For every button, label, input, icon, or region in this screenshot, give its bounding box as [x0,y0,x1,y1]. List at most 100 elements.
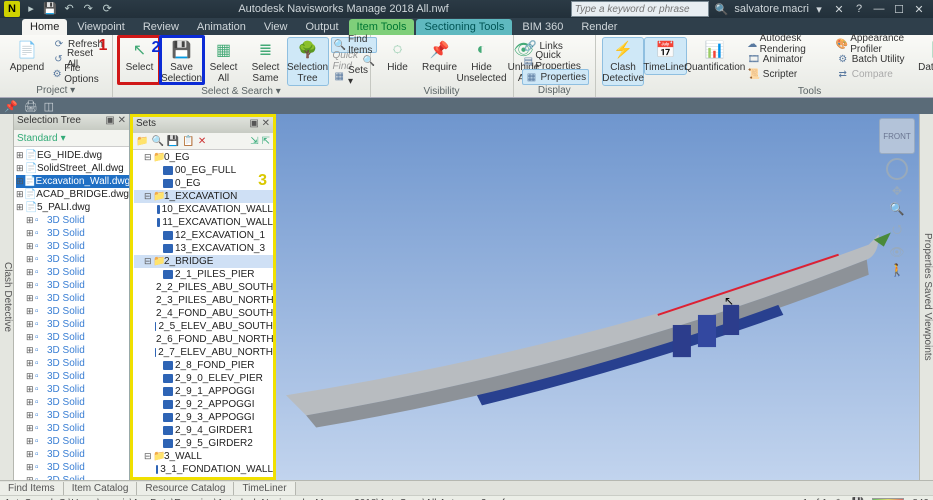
sets-set-node[interactable]: 2_7_ELEV_ABU_NORTH [134,346,273,359]
new-folder-icon[interactable]: 📁 [136,136,148,147]
sets-set-node[interactable]: 2_5_ELEV_ABU_SOUTH [134,320,273,333]
hide-unselected-button[interactable]: ◐Hide Unselected [461,37,503,86]
pin-icon[interactable]: 📌 [4,100,18,113]
sets-set-node[interactable]: 00_EG_FULL [134,164,273,177]
tree-leaf-node[interactable]: ⊞▫3D Solid [16,370,129,383]
tree-leaf-node[interactable]: ⊞▫3D Solid [16,253,129,266]
sets-set-node[interactable]: 10_EXCAVATION_WALL [134,203,273,216]
right-dock-tab[interactable]: Properties Saved Viewpoints [919,114,933,480]
compare-button[interactable]: ⇄Compare [834,67,919,81]
new-icon[interactable]: ◫ [44,100,54,113]
close-panel-icon[interactable]: ✕ [829,3,849,16]
minimize-button[interactable]: — [869,3,889,15]
tree-leaf-node[interactable]: ⊞▫3D Solid [16,474,129,480]
tree-leaf-node[interactable]: ⊞▫3D Solid [16,292,129,305]
user-label[interactable]: salvatore.macri [734,3,809,15]
sets-set-node[interactable]: 3_1_FONDATION_WALL [134,463,273,476]
bottom-tab-timeliner[interactable]: TimeLiner [234,482,295,495]
new-set-icon[interactable]: 🔍 [151,136,163,147]
tree-leaf-node[interactable]: ⊞▫3D Solid [16,240,129,253]
appearance-profiler-button[interactable]: 🎨Appearance Profiler [834,37,919,51]
sets-set-node[interactable]: 2_2_PILES_ABU_SOUTH [134,281,273,294]
tab-review[interactable]: Review [135,19,187,35]
steering-wheel-icon[interactable] [886,158,908,180]
close-button[interactable]: ✕ [909,3,929,16]
tree-leaf-node[interactable]: ⊞▫3D Solid [16,279,129,292]
select-all-button[interactable]: ▦Select All [203,37,245,86]
sets-set-node[interactable]: 2_9_2_APPOGGI [134,398,273,411]
orbit-icon[interactable]: ⭯ [892,220,902,241]
tree-leaf-node[interactable]: ⊞▫3D Solid [16,227,129,240]
sets-set-node[interactable]: 13_EXCAVATION_3 [134,242,273,255]
open-icon[interactable]: ▸ [24,2,38,16]
sets-folder-node[interactable]: ⊟📁0_EG [134,151,273,164]
tree-leaf-node[interactable]: ⊞▫3D Solid [16,422,129,435]
tab-bim360[interactable]: BIM 360 [514,19,571,35]
quick-properties-button[interactable]: ▤Quick Properties [522,54,590,68]
tree-leaf-node[interactable]: ⊞▫3D Solid [16,357,129,370]
sets-set-node[interactable]: 3_2_ELEVATION_WALL [134,476,273,477]
tree-file-node[interactable]: ⊞📄SolidStreet_All.dwg [16,162,129,175]
animator-button[interactable]: 🎞Animator [745,52,832,66]
tree-leaf-node[interactable]: ⊞▫3D Solid [16,344,129,357]
import-icon[interactable]: ⇲ [250,136,258,147]
bottom-tab-resource-catalog[interactable]: Resource Catalog [137,482,234,495]
sets-set-node[interactable]: 2_1_PILES_PIER [134,268,273,281]
walk-icon[interactable]: 🚶 [890,263,905,277]
sets-set-node[interactable]: 12_EXCAVATION_1 [134,229,273,242]
save-selection-button[interactable]: 💾Save Selection [161,37,203,86]
tab-view[interactable]: View [256,19,296,35]
tree-file-node[interactable]: ⊞📄5_PALI.dwg [16,201,129,214]
sets-close-icon[interactable]: ▣ ✕ [249,118,270,132]
tab-output[interactable]: Output [298,19,347,35]
tree-file-node[interactable]: ⊞📄Excavation_Wall.dwg [16,175,129,188]
save-icon[interactable]: 💾 [43,2,57,16]
panel-close-icon[interactable]: ▣ ✕ [105,115,126,129]
sets-set-node[interactable]: 0_EG [134,177,273,190]
autodesk-rendering-button[interactable]: ☁Autodesk Rendering [745,37,832,51]
sets-set-node[interactable]: 2_9_5_GIRDER2 [134,437,273,450]
sets-set-node[interactable]: 2_9_0_ELEV_PIER [134,372,273,385]
redo-icon[interactable]: ↷ [81,2,95,16]
look-icon[interactable]: 👁 [889,245,904,259]
tree-leaf-node[interactable]: ⊞▫3D Solid [16,409,129,422]
bottom-tab-item-catalog[interactable]: Item Catalog [64,482,138,495]
viewcube[interactable]: FRONT [879,118,915,154]
tree-file-node[interactable]: ⊞📄ACAD_BRIDGE.dwg [16,188,129,201]
sets-set-node[interactable]: 2_4_FOND_ABU_SOUTH [134,307,273,320]
sets-set-node[interactable]: 2_9_3_APPOGGI [134,411,273,424]
delete-icon[interactable]: ✕ [198,136,206,147]
datatools-button[interactable]: 🗄DataTools [919,37,933,75]
quantification-button[interactable]: 📊Quantification [687,37,743,75]
tree-file-node[interactable]: ⊞📄EG_HIDE.dwg [16,149,129,162]
sets-folder-node[interactable]: ⊟📁2_BRIDGE [134,255,273,268]
export-icon[interactable]: ⇱ [262,136,270,147]
selection-tree-button[interactable]: 🌳Selection Tree [287,37,329,86]
tree-leaf-node[interactable]: ⊞▫3D Solid [16,305,129,318]
append-button[interactable]: 📄Append [6,37,48,75]
clash-detective-button[interactable]: ⚡Clash Detective [602,37,644,86]
tab-animation[interactable]: Animation [189,19,254,35]
sets-folder-node[interactable]: ⊟📁3_WALL [134,450,273,463]
help-icon[interactable]: ? [849,3,869,15]
sets-set-node[interactable]: 2_9_4_GIRDER1 [134,424,273,437]
tree-leaf-node[interactable]: ⊞▫3D Solid [16,266,129,279]
tree-leaf-node[interactable]: ⊞▫3D Solid [16,396,129,409]
bottom-tab-find-items[interactable]: Find Items [0,482,64,495]
refresh-icon[interactable]: ⟳ [100,2,114,16]
save-set-icon[interactable]: 💾 [167,136,179,147]
pan-icon[interactable]: ✥ [892,184,902,198]
tab-render[interactable]: Render [573,19,625,35]
sets-set-node[interactable]: 2_6_FOND_ABU_NORTH [134,333,273,346]
hide-button[interactable]: ◌Hide [377,37,419,75]
help-search-input[interactable] [571,1,709,17]
sets-set-node[interactable]: 2_9_1_APPOGGI [134,385,273,398]
left-dock-tab[interactable]: Clash Detective [0,114,14,480]
tree-leaf-node[interactable]: ⊞▫3D Solid [16,461,129,474]
tree-leaf-node[interactable]: ⊞▫3D Solid [16,448,129,461]
tree-leaf-node[interactable]: ⊞▫3D Solid [16,318,129,331]
user-dropdown-icon[interactable]: ▾ [809,3,829,16]
batch-utility-button[interactable]: ⚙Batch Utility [834,52,919,66]
file-options-button[interactable]: ⚙File Options [50,67,106,81]
tree-leaf-node[interactable]: ⊞▫3D Solid [16,331,129,344]
